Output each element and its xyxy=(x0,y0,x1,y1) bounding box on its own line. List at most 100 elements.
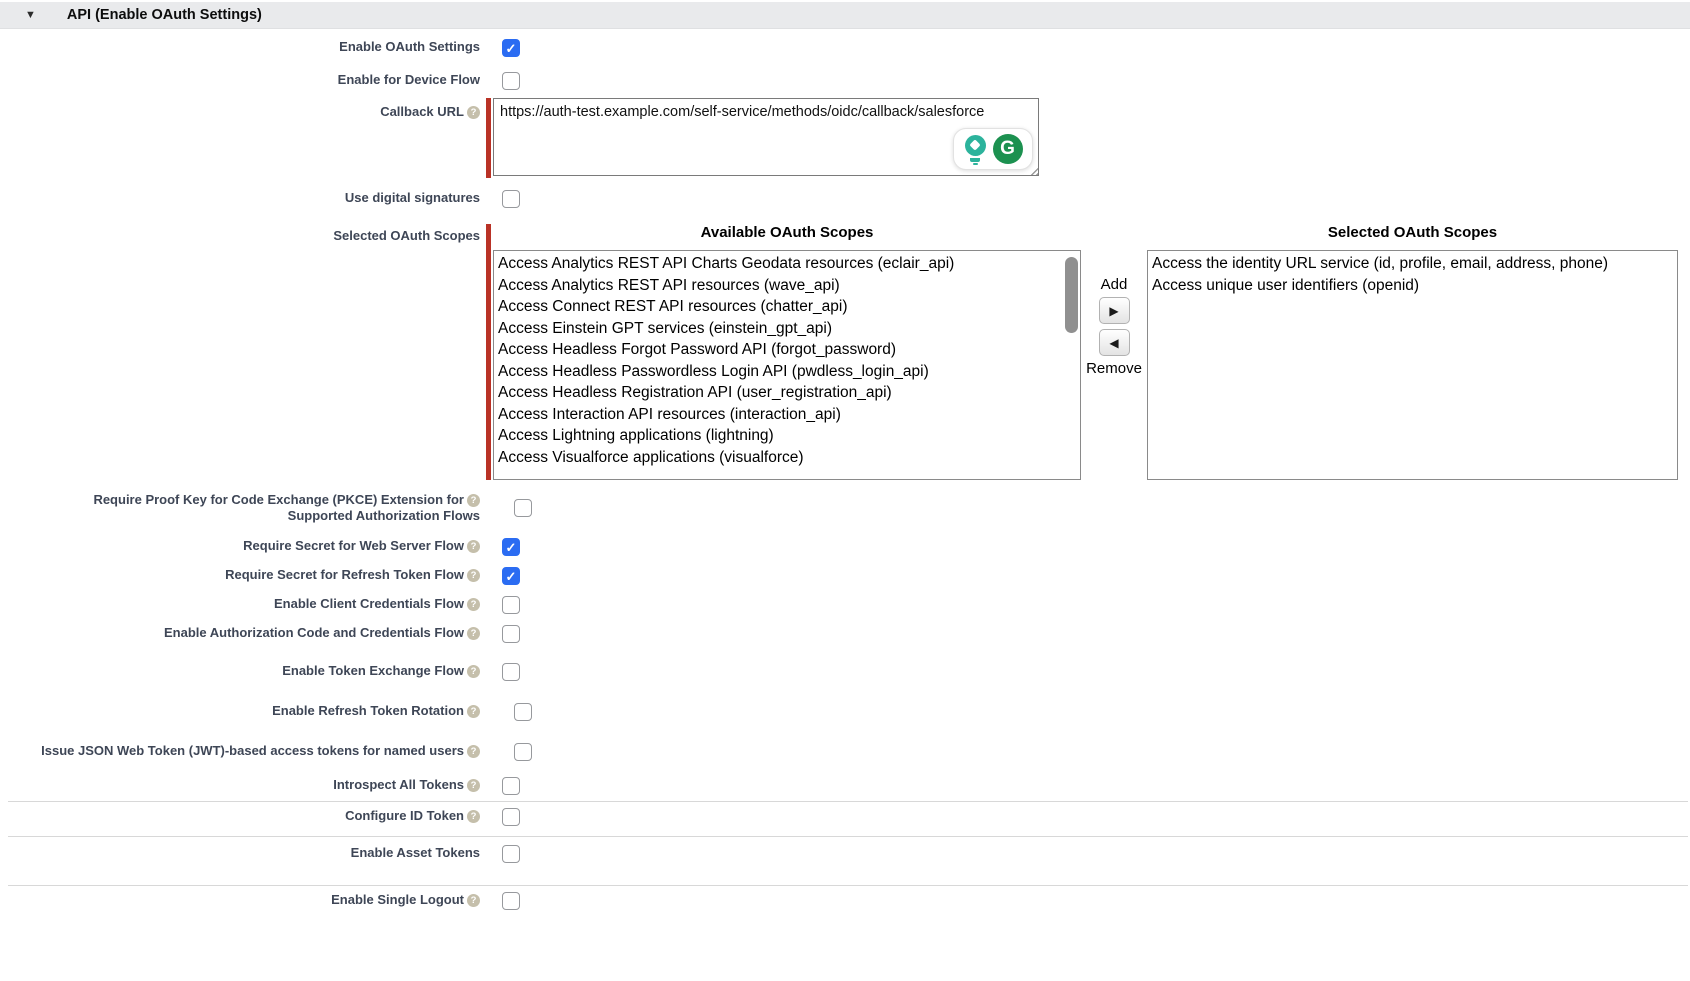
enable-client-credentials-control: ✓ xyxy=(486,596,520,614)
enable-auth-code-credentials-checkbox[interactable]: ✓ xyxy=(502,625,520,643)
help-icon[interactable]: ? xyxy=(467,540,480,553)
help-icon[interactable]: ? xyxy=(467,779,480,792)
configure-id-token-row: Configure ID Token? ✓ xyxy=(0,808,1690,826)
row-divider xyxy=(8,836,1688,837)
suggestion-lightbulb-icon[interactable] xyxy=(964,134,988,165)
use-digital-signatures-label: Use digital signatures xyxy=(0,190,486,206)
enable-asset-tokens-row: Enable Asset Tokens ✓ xyxy=(0,845,1690,863)
scope-option[interactable]: Access Headless Registration API (user_r… xyxy=(498,382,1080,404)
collapse-triangle-icon[interactable]: ▼ xyxy=(25,9,36,21)
grammarly-widget[interactable]: G xyxy=(953,128,1033,170)
selected-scopes-column: Selected OAuth Scopes Access the identit… xyxy=(1147,224,1678,480)
scope-option[interactable]: Access Lightning applications (lightning… xyxy=(498,425,1080,447)
require-secret-refresh-token-label: Require Secret for Refresh Token Flow? xyxy=(0,567,486,583)
enable-asset-tokens-checkbox[interactable]: ✓ xyxy=(502,845,520,863)
scope-option[interactable]: Access unique user identifiers (openid) xyxy=(1152,275,1677,297)
label-text: Issue JSON Web Token (JWT)-based access … xyxy=(41,743,464,758)
help-icon[interactable]: ? xyxy=(467,569,480,582)
introspect-all-tokens-label: Introspect All Tokens? xyxy=(0,777,486,793)
oauth-scopes-control: Available OAuth Scopes Access Analytics … xyxy=(486,224,1678,480)
scope-option[interactable]: Access Connect REST API resources (chatt… xyxy=(498,296,1080,318)
oauth-scopes-field-label: Selected OAuth Scopes xyxy=(0,224,486,244)
use-digital-signatures-row: Use digital signatures ✓ xyxy=(0,190,1690,208)
selected-scopes-header: Selected OAuth Scopes xyxy=(1147,224,1678,242)
require-secret-web-server-checkbox[interactable]: ✓ xyxy=(502,538,520,556)
scope-option[interactable]: Access Headless Passwordless Login API (… xyxy=(498,361,1080,383)
require-secret-web-server-control: ✓ xyxy=(486,538,520,556)
enable-token-exchange-row: Enable Token Exchange Flow? ✓ xyxy=(0,663,1690,681)
help-icon[interactable]: ? xyxy=(467,665,480,678)
label-text: Selected OAuth Scopes xyxy=(333,228,480,243)
help-icon[interactable]: ? xyxy=(467,106,480,119)
enable-token-exchange-label: Enable Token Exchange Flow? xyxy=(0,663,486,679)
enable-refresh-token-rotation-row: Enable Refresh Token Rotation? ✓ xyxy=(0,703,1690,721)
add-label: Add xyxy=(1101,276,1128,294)
label-text: Enable Client Credentials Flow xyxy=(274,596,464,611)
require-secret-refresh-token-control: ✓ xyxy=(486,567,520,585)
callback-url-label: Callback URL? xyxy=(0,98,486,120)
pkce-checkbox[interactable]: ✓ xyxy=(514,499,532,517)
add-scope-button[interactable]: ▶ xyxy=(1099,297,1130,324)
configure-id-token-checkbox[interactable]: ✓ xyxy=(502,808,520,826)
configure-id-token-label: Configure ID Token? xyxy=(0,808,486,824)
enable-refresh-token-rotation-label: Enable Refresh Token Rotation? xyxy=(0,703,486,719)
section-header[interactable]: ▼ API (Enable OAuth Settings) xyxy=(0,2,1690,29)
use-digital-signatures-checkbox[interactable]: ✓ xyxy=(502,190,520,208)
scope-option[interactable]: Access Visualforce applications (visualf… xyxy=(498,447,1080,469)
pkce-row: Require Proof Key for Code Exchange (PKC… xyxy=(0,492,1690,524)
label-text: Enable for Device Flow xyxy=(338,72,480,87)
callback-url-row: Callback URL? https://auth-test.example.… xyxy=(0,98,1690,178)
scrollbar-thumb[interactable] xyxy=(1065,257,1078,333)
require-secret-refresh-token-checkbox[interactable]: ✓ xyxy=(502,567,520,585)
pkce-label: Require Proof Key for Code Exchange (PKC… xyxy=(0,492,486,524)
scopes-move-buttons: Add ▶ ◀ Remove xyxy=(1081,224,1147,480)
help-icon[interactable]: ? xyxy=(467,745,480,758)
scope-option[interactable]: Access Interaction API resources (intera… xyxy=(498,404,1080,426)
enable-auth-code-credentials-row: Enable Authorization Code and Credential… xyxy=(0,625,1690,643)
label-text: Enable Asset Tokens xyxy=(351,845,480,860)
help-icon[interactable]: ? xyxy=(467,810,480,823)
help-icon[interactable]: ? xyxy=(467,494,480,507)
callback-url-control: https://auth-test.example.com/self-servi… xyxy=(486,98,1039,178)
grammarly-logo-icon[interactable]: G xyxy=(993,134,1023,164)
configure-id-token-control: ✓ xyxy=(486,808,520,826)
enable-token-exchange-control: ✓ xyxy=(486,663,520,681)
enable-auth-code-credentials-label: Enable Authorization Code and Credential… xyxy=(0,625,486,641)
callback-url-input[interactable]: https://auth-test.example.com/self-servi… xyxy=(493,98,1039,176)
label-text: Introspect All Tokens xyxy=(333,777,464,792)
enable-single-logout-checkbox[interactable]: ✓ xyxy=(502,892,520,910)
scope-option[interactable]: Access Analytics REST API resources (wav… xyxy=(498,275,1080,297)
label-text: Configure ID Token xyxy=(345,808,464,823)
enable-token-exchange-checkbox[interactable]: ✓ xyxy=(502,663,520,681)
require-secret-refresh-token-row: Require Secret for Refresh Token Flow? ✓ xyxy=(0,567,1690,585)
enable-refresh-token-rotation-control: ✓ xyxy=(486,703,532,721)
enable-single-logout-label: Enable Single Logout? xyxy=(0,892,486,908)
right-arrow-icon: ▶ xyxy=(1109,304,1118,318)
scope-option[interactable]: Access Analytics REST API Charts Geodata… xyxy=(498,253,1080,275)
help-icon[interactable]: ? xyxy=(467,598,480,611)
checkmark-icon: ✓ xyxy=(506,541,517,554)
enable-asset-tokens-control: ✓ xyxy=(486,845,520,863)
scope-option[interactable]: Access Einstein GPT services (einstein_g… xyxy=(498,318,1080,340)
enable-device-flow-checkbox[interactable]: ✓ xyxy=(502,72,520,90)
help-icon[interactable]: ? xyxy=(467,705,480,718)
enable-client-credentials-row: Enable Client Credentials Flow? ✓ xyxy=(0,596,1690,614)
help-icon[interactable]: ? xyxy=(467,894,480,907)
enable-asset-tokens-label: Enable Asset Tokens xyxy=(0,845,486,861)
introspect-all-tokens-checkbox[interactable]: ✓ xyxy=(502,777,520,795)
scope-option[interactable]: Access the identity URL service (id, pro… xyxy=(1152,253,1677,275)
scope-option[interactable]: Access Headless Forgot Password API (for… xyxy=(498,339,1080,361)
remove-label: Remove xyxy=(1086,360,1142,378)
enable-oauth-settings-label: Enable OAuth Settings xyxy=(0,39,486,55)
available-scopes-listbox[interactable]: Access Analytics REST API Charts Geodata… xyxy=(493,250,1081,480)
remove-scope-button[interactable]: ◀ xyxy=(1099,329,1130,356)
enable-client-credentials-checkbox[interactable]: ✓ xyxy=(502,596,520,614)
issue-jwt-tokens-checkbox[interactable]: ✓ xyxy=(514,743,532,761)
enable-refresh-token-rotation-checkbox[interactable]: ✓ xyxy=(514,703,532,721)
issue-jwt-tokens-control: ✓ xyxy=(486,743,532,761)
row-divider xyxy=(8,801,1688,802)
selected-scopes-listbox[interactable]: Access the identity URL service (id, pro… xyxy=(1147,250,1678,480)
help-icon[interactable]: ? xyxy=(467,627,480,640)
enable-oauth-settings-checkbox[interactable]: ✓ xyxy=(502,39,520,57)
textarea-resize-handle[interactable] xyxy=(1028,165,1039,176)
